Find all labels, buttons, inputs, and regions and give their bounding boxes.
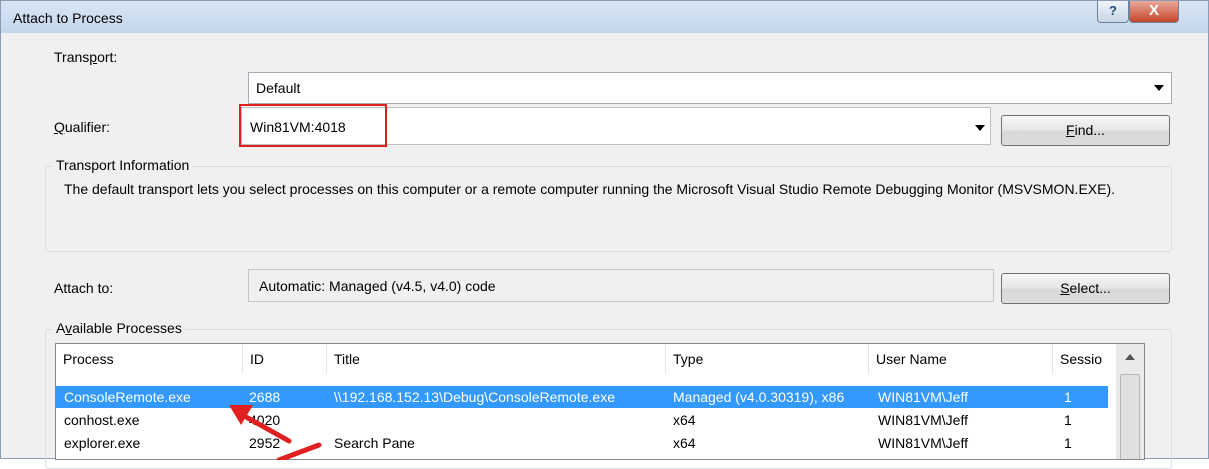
annotation-arrows — [229, 405, 322, 460]
attach-to-process-dialog: Attach to Process ? X Transport: Default… — [0, 0, 1209, 469]
arrow-to-id — [276, 442, 322, 460]
arrowhead-icon — [229, 405, 253, 425]
arrow-to-selected-process — [236, 410, 292, 444]
